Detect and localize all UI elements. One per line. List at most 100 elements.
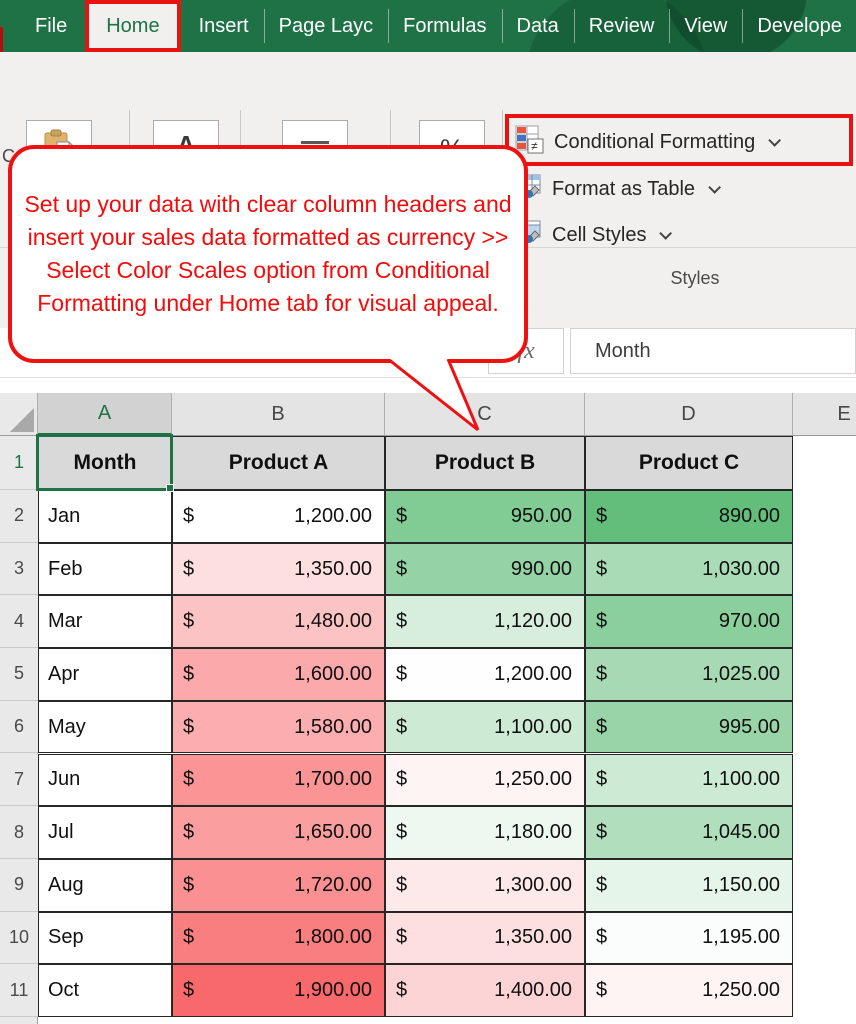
cell-D5[interactable]: $1,025.00 <box>585 648 793 701</box>
row-header-2[interactable]: 2 <box>0 490 38 543</box>
cell-D2[interactable]: $890.00 <box>585 490 793 543</box>
cell-value: 1,400.00 <box>494 979 572 1002</box>
cell-C8[interactable]: $1,180.00 <box>385 806 585 859</box>
row-header-11[interactable]: 11 <box>0 964 38 1017</box>
currency-symbol: $ <box>596 558 607 581</box>
cell-C4[interactable]: $1,120.00 <box>385 595 585 648</box>
currency-symbol: $ <box>183 821 194 844</box>
column-header-A[interactable]: A <box>38 393 172 435</box>
ribbon-tab-bar: File Home Insert Page Layc Formulas Data… <box>0 0 856 52</box>
tab-data[interactable]: Data <box>502 0 574 52</box>
cell-C5[interactable]: $1,200.00 <box>385 648 585 701</box>
cell-B10[interactable]: $1,800.00 <box>172 912 385 965</box>
cell-value: 950.00 <box>511 505 572 528</box>
cell-B11[interactable]: $1,900.00 <box>172 964 385 1017</box>
cell-value: 1,100.00 <box>494 716 572 739</box>
row-header-10[interactable]: 10 <box>0 912 38 965</box>
cell-C1[interactable]: Product B <box>385 436 585 490</box>
cell-A5[interactable]: Apr <box>38 648 172 701</box>
formula-bar[interactable]: Month <box>570 328 856 374</box>
currency-symbol: $ <box>396 874 407 897</box>
cell-value: 1,200.00 <box>294 505 372 528</box>
currency-symbol: $ <box>596 663 607 686</box>
cell-C2[interactable]: $950.00 <box>385 490 585 543</box>
column-header-D[interactable]: D <box>585 393 793 435</box>
cell-A4[interactable]: Mar <box>38 595 172 648</box>
cell-A9[interactable]: Aug <box>38 859 172 912</box>
cell-D4[interactable]: $970.00 <box>585 595 793 648</box>
currency-symbol: $ <box>596 716 607 739</box>
currency-symbol: $ <box>183 558 194 581</box>
row-header-6[interactable]: 6 <box>0 701 38 754</box>
cell-D10[interactable]: $1,195.00 <box>585 912 793 965</box>
select-all-button[interactable] <box>0 393 38 435</box>
cell-A6[interactable]: May <box>38 701 172 754</box>
currency-symbol: $ <box>183 874 194 897</box>
cell-value: 1,150.00 <box>702 874 780 897</box>
cell-B4[interactable]: $1,480.00 <box>172 595 385 648</box>
chevron-down-icon <box>660 227 673 240</box>
cell-C7[interactable]: $1,250.00 <box>385 754 585 807</box>
row-header-1[interactable]: 1 <box>0 436 38 490</box>
cell-A7[interactable]: Jun <box>38 754 172 807</box>
cell-C6[interactable]: $1,100.00 <box>385 701 585 754</box>
cell-B8[interactable]: $1,650.00 <box>172 806 385 859</box>
currency-symbol: $ <box>183 768 194 791</box>
cell-value: 1,180.00 <box>494 821 572 844</box>
cell-C3[interactable]: $990.00 <box>385 543 585 596</box>
column-header-B[interactable]: B <box>172 393 385 435</box>
row-header-4[interactable]: 4 <box>0 595 38 648</box>
tab-home[interactable]: Home <box>85 0 180 52</box>
cell-B7[interactable]: $1,700.00 <box>172 754 385 807</box>
cell-B9[interactable]: $1,720.00 <box>172 859 385 912</box>
row-header-9[interactable]: 9 <box>0 859 38 912</box>
excel-window: File Home Insert Page Layc Formulas Data… <box>0 0 856 1024</box>
cell-A2[interactable]: Jan <box>38 490 172 543</box>
cell-value: 1,045.00 <box>702 821 780 844</box>
cell-D6[interactable]: $995.00 <box>585 701 793 754</box>
format-as-table-button[interactable]: Format as Table <box>515 174 717 205</box>
row-header-5[interactable]: 5 <box>0 648 38 701</box>
cell-value: 1,200.00 <box>494 663 572 686</box>
cell-D9[interactable]: $1,150.00 <box>585 859 793 912</box>
tab-review[interactable]: Review <box>574 0 670 52</box>
cell-D8[interactable]: $1,045.00 <box>585 806 793 859</box>
cell-value: 1,350.00 <box>494 926 572 949</box>
cell-A11[interactable]: Oct <box>38 964 172 1017</box>
cell-B6[interactable]: $1,580.00 <box>172 701 385 754</box>
cell-A8[interactable]: Jul <box>38 806 172 859</box>
row-header-3[interactable]: 3 <box>0 543 38 596</box>
cell-D11[interactable]: $1,250.00 <box>585 964 793 1017</box>
currency-symbol: $ <box>596 610 607 633</box>
cell-C9[interactable]: $1,300.00 <box>385 859 585 912</box>
cell-value: 1,350.00 <box>294 558 372 581</box>
tab-insert[interactable]: Insert <box>184 0 264 52</box>
cell-A10[interactable]: Sep <box>38 912 172 965</box>
styles-group-label: Styles <box>565 268 825 289</box>
conditional-formatting-highlight-box <box>505 114 853 166</box>
cell-D3[interactable]: $1,030.00 <box>585 543 793 596</box>
tab-developer[interactable]: Develope <box>742 0 856 52</box>
row-header-7[interactable]: 7 <box>0 754 38 807</box>
cell-B5[interactable]: $1,600.00 <box>172 648 385 701</box>
cell-C11[interactable]: $1,400.00 <box>385 964 585 1017</box>
tab-view[interactable]: View <box>669 0 742 52</box>
row-header-8[interactable]: 8 <box>0 806 38 859</box>
tab-file[interactable]: File <box>20 0 82 52</box>
cell-value: 890.00 <box>719 505 780 528</box>
tab-page-layout[interactable]: Page Layc <box>264 0 389 52</box>
tab-formulas[interactable]: Formulas <box>388 0 501 52</box>
cell-A1[interactable]: Month <box>38 436 172 490</box>
currency-symbol: $ <box>596 505 607 528</box>
cell-B1[interactable]: Product A <box>172 436 385 490</box>
cell-value: 995.00 <box>719 716 780 739</box>
cell-A3[interactable]: Feb <box>38 543 172 596</box>
column-header-E[interactable]: E <box>793 393 856 435</box>
cell-B2[interactable]: $1,200.00 <box>172 490 385 543</box>
cell-value: 1,030.00 <box>702 558 780 581</box>
cell-D1[interactable]: Product C <box>585 436 793 490</box>
annotation-text: Set up your data with clear column heade… <box>12 184 524 324</box>
cell-D7[interactable]: $1,100.00 <box>585 754 793 807</box>
cell-C10[interactable]: $1,350.00 <box>385 912 585 965</box>
cell-B3[interactable]: $1,350.00 <box>172 543 385 596</box>
